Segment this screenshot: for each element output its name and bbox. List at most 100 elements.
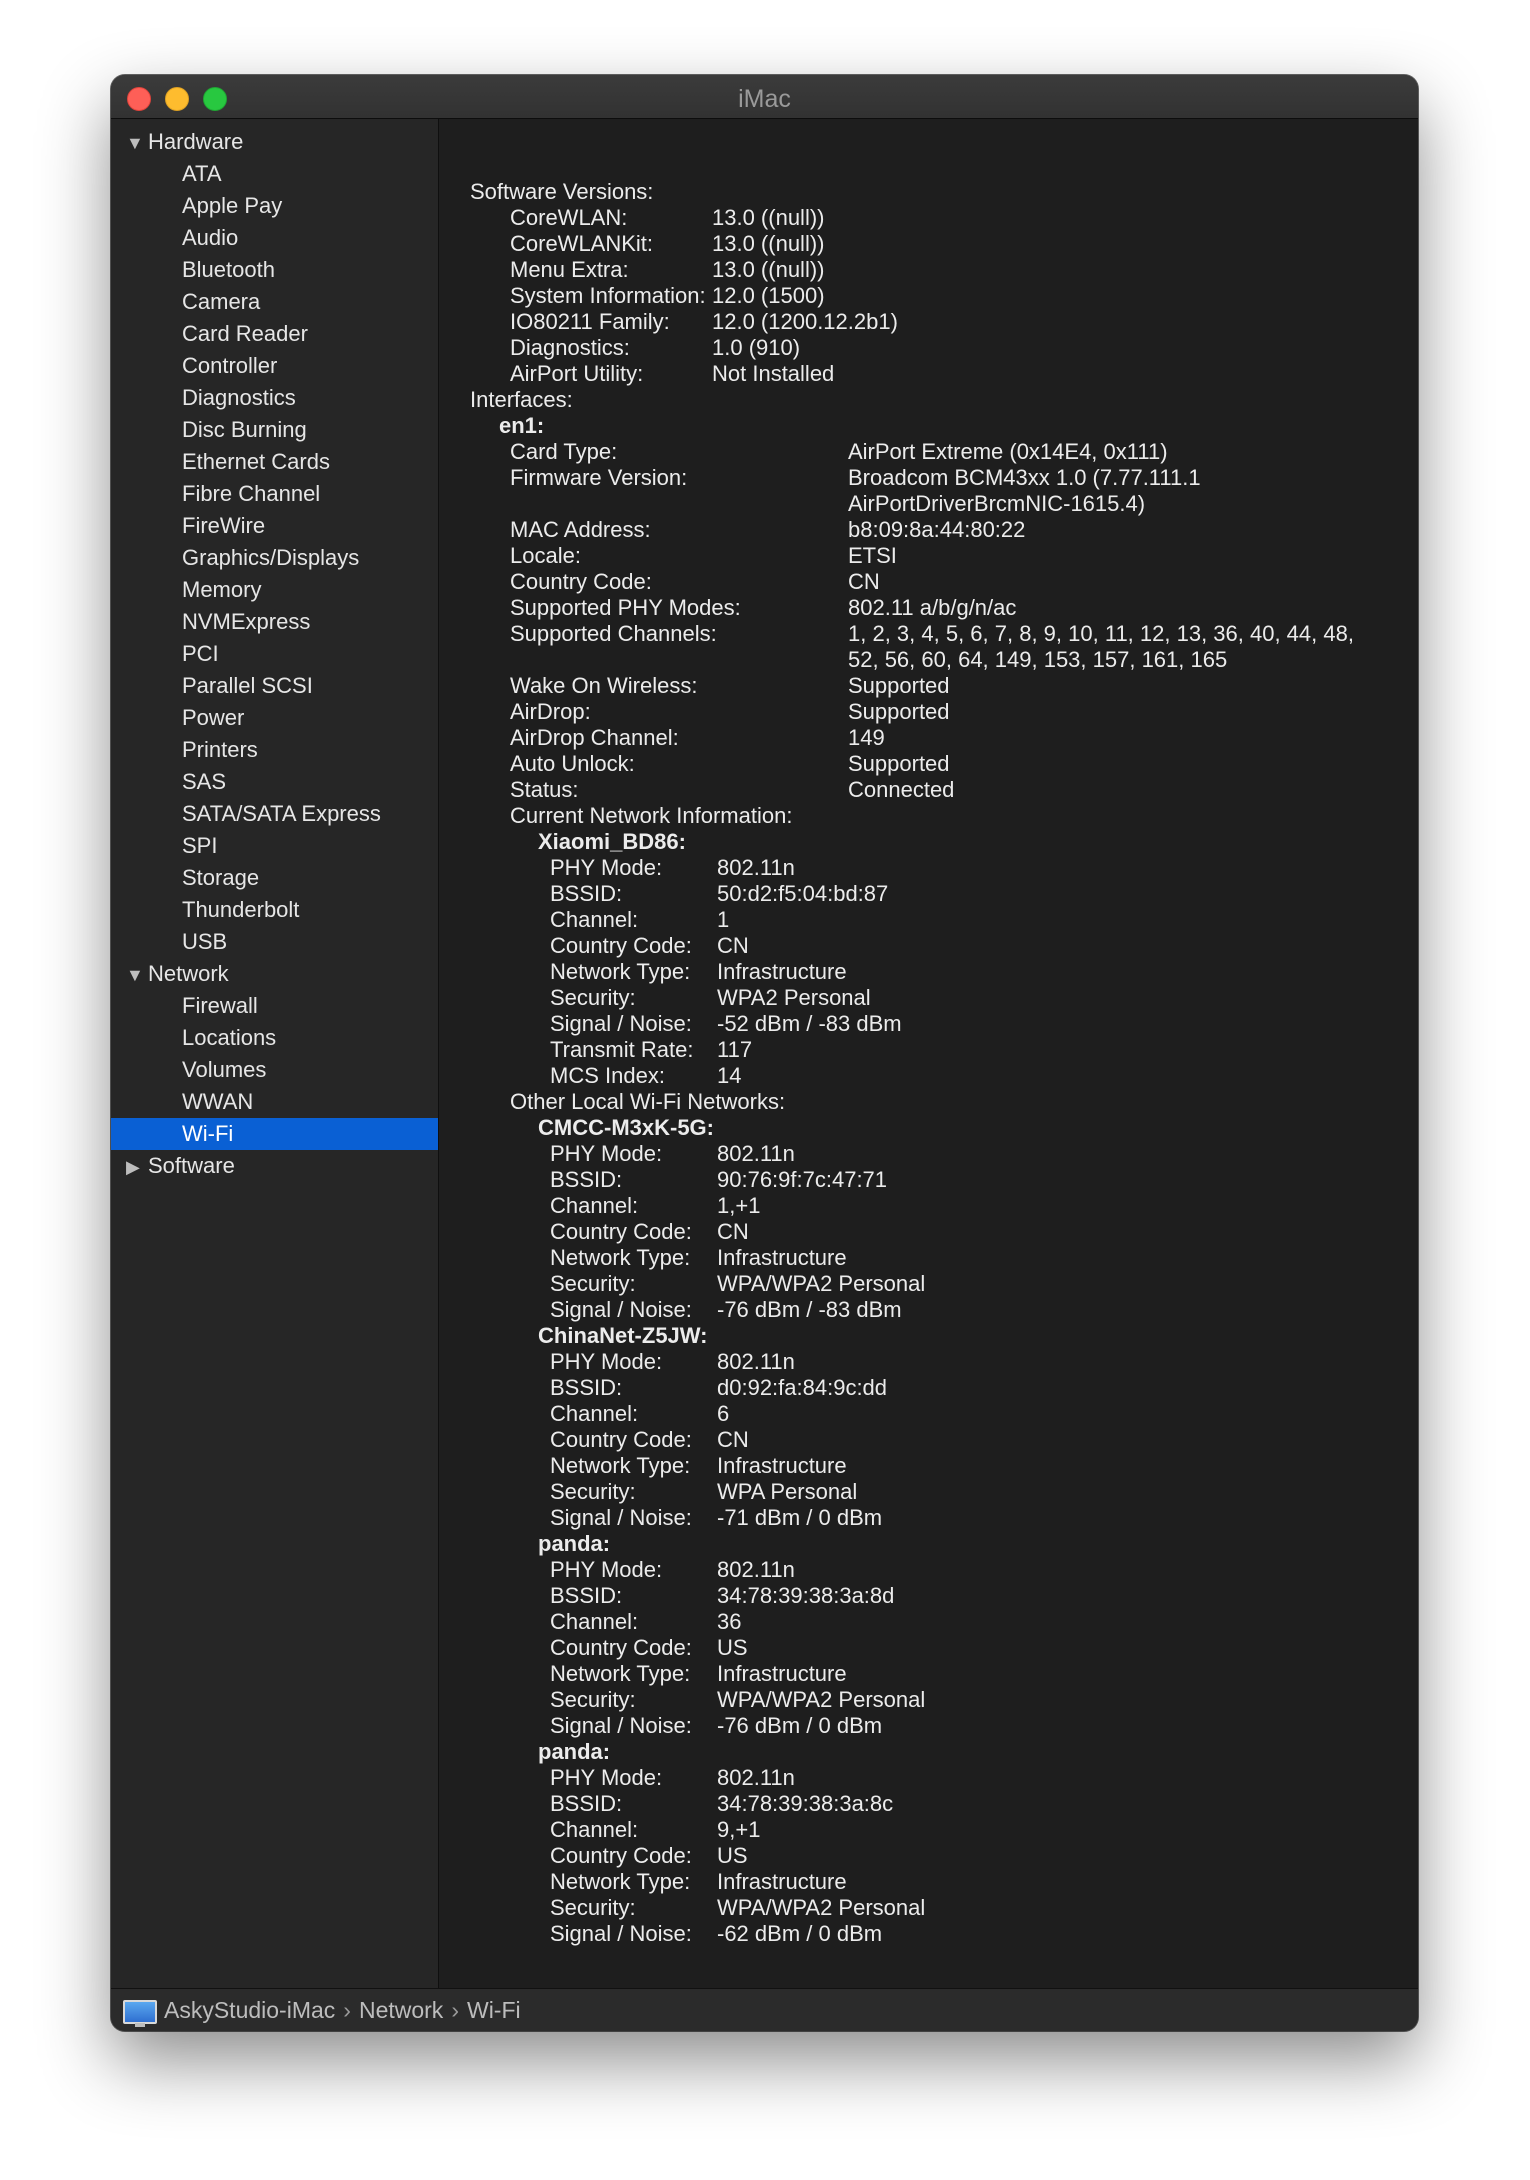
- sidebar-item-wi-fi[interactable]: Wi-Fi: [111, 1118, 438, 1150]
- disclosure-collapsed-icon[interactable]: ▶: [126, 1151, 148, 1183]
- info-value: WPA/WPA2 Personal: [717, 1687, 926, 1712]
- info-key: AirDrop Channel:: [510, 725, 679, 750]
- sidebar-item-wwan[interactable]: WWAN: [111, 1086, 438, 1118]
- info-row: AirDrop: Supported: [439, 699, 1418, 725]
- info-key: MCS Index:: [550, 1063, 665, 1088]
- info-row: Channel: 9,+1: [439, 1817, 1418, 1843]
- sidebar-item-storage[interactable]: Storage: [111, 862, 438, 894]
- info-value: 12.0 (1200.12.2b1): [712, 309, 898, 334]
- sidebar-item-usb[interactable]: USB: [111, 926, 438, 958]
- info-key: Menu Extra:: [510, 257, 629, 282]
- network-heading: panda:: [439, 1531, 1418, 1557]
- info-key: Security:: [550, 985, 636, 1010]
- title-bar[interactable]: iMac: [111, 75, 1418, 119]
- info-key: Signal / Noise:: [550, 1713, 692, 1738]
- sidebar-item-audio[interactable]: Audio: [111, 222, 438, 254]
- info-row: Menu Extra: 13.0 ((null)): [439, 257, 1418, 283]
- info-key: Network Type:: [550, 1869, 691, 1894]
- sidebar-item-sata-sata-express[interactable]: SATA/SATA Express: [111, 798, 438, 830]
- sidebar-group-software[interactable]: ▶ Software: [111, 1150, 438, 1182]
- info-value: 34:78:39:38:3a:8d: [717, 1583, 895, 1608]
- sidebar-item-apple-pay[interactable]: Apple Pay: [111, 190, 438, 222]
- sidebar-item-nvmexpress[interactable]: NVMExpress: [111, 606, 438, 638]
- sidebar-item-parallel-scsi[interactable]: Parallel SCSI: [111, 670, 438, 702]
- sidebar-item-printers[interactable]: Printers: [111, 734, 438, 766]
- network-name: Xiaomi_BD86:: [538, 829, 686, 854]
- sidebar-item-disc-burning[interactable]: Disc Burning: [111, 414, 438, 446]
- info-key: Diagnostics:: [510, 335, 630, 360]
- info-value: Infrastructure: [717, 1869, 847, 1894]
- info-value: 802.11 a/b/g/n/ac: [848, 595, 1017, 620]
- sidebar-item-locations[interactable]: Locations: [111, 1022, 438, 1054]
- info-key: Security:: [550, 1895, 636, 1920]
- sidebar-item-power[interactable]: Power: [111, 702, 438, 734]
- info-key: CoreWLAN:: [510, 205, 628, 230]
- section-heading: Current Network Information:: [439, 803, 1418, 829]
- system-information-window: iMac ▼ Hardware ATA Apple Pay Audio Bluetooth…: [111, 75, 1418, 2031]
- info-row: Country Code: CN: [439, 1427, 1418, 1453]
- sidebar-item-bluetooth[interactable]: Bluetooth: [111, 254, 438, 286]
- info-value: 9,+1: [717, 1817, 761, 1842]
- sidebar-item-diagnostics[interactable]: Diagnostics: [111, 382, 438, 414]
- info-value: 1, 2, 3, 4, 5, 6, 7, 8, 9, 10, 11, 12, 1…: [848, 621, 1354, 646]
- current-network-label: Current Network Information:: [510, 803, 793, 828]
- info-value: 802.11n: [717, 1349, 795, 1374]
- sidebar-item-card-reader[interactable]: Card Reader: [111, 318, 438, 350]
- info-value: 117: [717, 1037, 753, 1062]
- info-key: Card Type:: [510, 439, 618, 464]
- info-key: Locale:: [510, 543, 581, 568]
- sidebar-item-volumes[interactable]: Volumes: [111, 1054, 438, 1086]
- section-heading: Other Local Wi-Fi Networks:: [439, 1089, 1418, 1115]
- info-value: Supported: [848, 699, 950, 724]
- info-key: Signal / Noise:: [550, 1921, 692, 1946]
- sidebar-item-spi[interactable]: SPI: [111, 830, 438, 862]
- info-row: Network Type: Infrastructure: [439, 1661, 1418, 1687]
- info-key: IO80211 Family:: [510, 309, 670, 334]
- sidebar-item-ata[interactable]: ATA: [111, 158, 438, 190]
- interfaces-label: Interfaces:: [470, 387, 573, 412]
- info-row: Supported Channels: 1, 2, 3, 4, 5, 6, 7, …: [439, 621, 1418, 647]
- info-value: d0:92:fa:84:9c:dd: [717, 1375, 888, 1400]
- sidebar-group-hardware[interactable]: ▼ Hardware: [111, 126, 438, 158]
- sidebar-item-thunderbolt[interactable]: Thunderbolt: [111, 894, 438, 926]
- breadcrumb-item-network[interactable]: Network: [359, 1997, 443, 2023]
- disclosure-expanded-icon[interactable]: ▼: [126, 127, 148, 159]
- info-value: CN: [717, 933, 749, 958]
- info-value: Supported: [848, 751, 950, 776]
- disclosure-expanded-icon[interactable]: ▼: [126, 959, 148, 991]
- info-key: PHY Mode:: [550, 1557, 663, 1582]
- info-key: Security:: [550, 1687, 636, 1712]
- info-row: System Information: 12.0 (1500): [439, 283, 1418, 309]
- info-row: PHY Mode: 802.11n: [439, 1349, 1418, 1375]
- sidebar-item-camera[interactable]: Camera: [111, 286, 438, 318]
- sidebar-item-memory[interactable]: Memory: [111, 574, 438, 606]
- sidebar-item-firewire[interactable]: FireWire: [111, 510, 438, 542]
- breadcrumb-separator: ›: [343, 1997, 351, 2023]
- info-value: -76 dBm / 0 dBm: [717, 1713, 883, 1738]
- breadcrumb-item-askystudio-imac[interactable]: AskyStudio-iMac: [164, 1997, 335, 2023]
- info-value: CN: [848, 569, 880, 594]
- sidebar-item-graphics-displays[interactable]: Graphics/Displays: [111, 542, 438, 574]
- sidebar-item-ethernet-cards[interactable]: Ethernet Cards: [111, 446, 438, 478]
- info-key: AirDrop:: [510, 699, 591, 724]
- sidebar-item-firewall[interactable]: Firewall: [111, 990, 438, 1022]
- sidebar-item-fibre-channel[interactable]: Fibre Channel: [111, 478, 438, 510]
- breadcrumb-item-wi-fi[interactable]: Wi-Fi: [467, 1997, 521, 2023]
- network-name: ChinaNet-Z5JW:: [538, 1323, 708, 1348]
- section-heading: Interfaces:: [439, 387, 1418, 413]
- info-key: System Information:: [510, 283, 706, 308]
- info-key: Supported PHY Modes:: [510, 595, 741, 620]
- info-row: Signal / Noise: -62 dBm / 0 dBm: [439, 1921, 1418, 1947]
- info-value: 1,+1: [717, 1193, 761, 1218]
- info-row: CoreWLANKit: 13.0 ((null)): [439, 231, 1418, 257]
- sidebar-group-network[interactable]: ▼ Network: [111, 958, 438, 990]
- window-title: iMac: [738, 85, 791, 113]
- other-networks-label: Other Local Wi-Fi Networks:: [510, 1089, 786, 1114]
- sidebar-item-controller[interactable]: Controller: [111, 350, 438, 382]
- info-row-continuation: 52, 56, 60, 64, 149, 153, 157, 161, 165: [439, 647, 1418, 673]
- info-value: 90:76:9f:7c:47:71: [717, 1167, 888, 1192]
- info-row: Channel: 1: [439, 907, 1418, 933]
- sidebar-item-sas[interactable]: SAS: [111, 766, 438, 798]
- sidebar-item-pci[interactable]: PCI: [111, 638, 438, 670]
- info-key: Auto Unlock:: [510, 751, 635, 776]
